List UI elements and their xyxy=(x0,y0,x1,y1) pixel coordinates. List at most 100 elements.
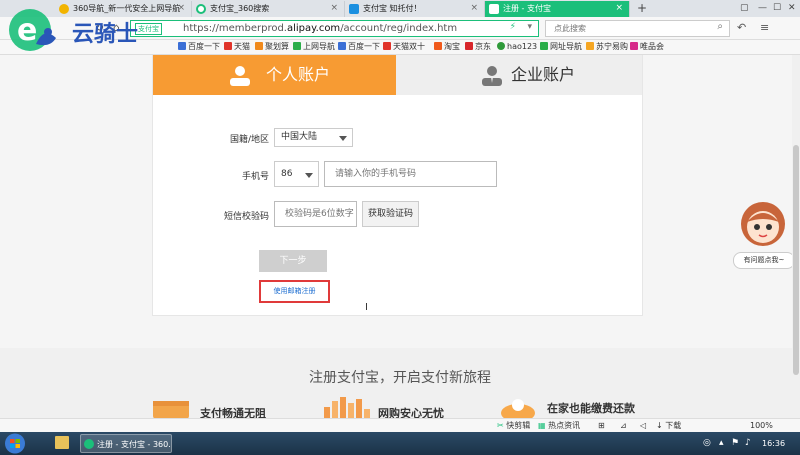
address-bar[interactable]: 支付宝 https://memberprod.alipay.com/accoun… xyxy=(130,20,539,37)
bookmark-item[interactable]: 苏宁易购 xyxy=(586,40,628,54)
help-label: 有问题点我~ xyxy=(733,252,795,269)
phone-input[interactable] xyxy=(324,161,497,187)
status-item[interactable]: ⊞ xyxy=(598,419,605,433)
undo-icon[interactable]: ↶ xyxy=(737,20,746,35)
country-label: 国籍/地区 xyxy=(229,135,269,145)
bookmark-label: 百度一下 xyxy=(188,42,220,51)
browser-tab-register[interactable]: 注册 - 支付宝 × xyxy=(485,1,630,17)
maximize-icon[interactable]: ☐ xyxy=(773,0,781,16)
page-scrollbar[interactable] xyxy=(792,55,800,418)
speed-mode-icon[interactable]: ⚡ xyxy=(510,22,516,32)
email-register-link[interactable]: 使用邮箱注册 xyxy=(259,280,330,303)
bookmark-item[interactable]: 唯品会 xyxy=(630,40,664,54)
feature-label: 在家也能缴费还款 xyxy=(547,402,635,415)
bookmark-label: hao123 xyxy=(507,42,538,51)
browser-tab-search[interactable]: 支付宝_360搜索 × xyxy=(192,1,345,17)
close-icon[interactable]: × xyxy=(615,1,623,16)
url-text[interactable]: https://memberprod.alipay.com/account/re… xyxy=(183,21,457,36)
help-assistant[interactable]: 有问题点我~ xyxy=(733,200,795,275)
register-card: 个人账户 企业账户 国籍/地区 中国大陆 手机号 86 短信校验码 获取验证码 … xyxy=(152,55,643,316)
close-window-icon[interactable]: ✕ xyxy=(788,0,796,16)
new-tab-button[interactable]: + xyxy=(637,0,647,16)
speaker-icon[interactable]: ♪ xyxy=(745,432,751,455)
phone-code-select[interactable]: 86 xyxy=(274,161,319,187)
search-input[interactable] xyxy=(552,21,706,36)
jd-icon xyxy=(465,42,473,50)
close-icon[interactable]: × xyxy=(330,1,338,16)
bookmark-label: 天猫双十 xyxy=(393,42,425,51)
juhuasuan-icon xyxy=(255,42,263,50)
cartoon-girl-icon xyxy=(741,202,785,246)
bookmark-item[interactable]: 聚划算 xyxy=(255,40,289,54)
status-item[interactable]: ◁ xyxy=(640,419,646,433)
country-select[interactable]: 中国大陆 xyxy=(274,128,353,147)
menu-icon[interactable]: ≡ xyxy=(760,20,769,35)
bookmark-item[interactable]: 百度一下 xyxy=(178,40,220,54)
next-step-button[interactable]: 下一步 xyxy=(259,250,327,272)
scrollbar-thumb[interactable] xyxy=(793,145,799,375)
city-icon xyxy=(324,397,370,418)
network-icon[interactable]: ◎ xyxy=(703,432,711,455)
hao123-icon xyxy=(497,42,505,50)
bookmark-label: 聚划算 xyxy=(265,42,289,51)
bookmark-item[interactable]: 网址导航 xyxy=(540,40,582,54)
baidu-icon xyxy=(178,42,186,50)
taskbar-browser-item[interactable]: 注册 - 支付宝 - 360... xyxy=(80,434,172,453)
bookmark-item[interactable]: 天猫 xyxy=(224,40,250,54)
windows-start-icon[interactable] xyxy=(3,433,27,454)
business-person-icon xyxy=(482,66,502,86)
tab-personal-account[interactable]: 个人账户 xyxy=(153,55,396,95)
dropdown-icon[interactable]: ▾ xyxy=(527,22,532,32)
navigation-icon xyxy=(540,42,548,50)
tmall-icon xyxy=(224,42,232,50)
taskbar-item-label: 注册 - 支付宝 - 360... xyxy=(97,440,172,449)
status-item[interactable]: ▦ 热点资讯 xyxy=(538,419,580,433)
account-type-tabs: 个人账户 企业账户 xyxy=(153,55,642,95)
svg-text:e: e xyxy=(17,13,37,48)
volume-icon: ◁ xyxy=(640,421,647,430)
browser-icon xyxy=(84,439,94,449)
search-icon[interactable]: ⌕ xyxy=(717,21,723,32)
tmall-icon xyxy=(383,42,391,50)
browser-status-bar: ✂ 快剪辑 ▦ 热点资讯 ⊞ ⊿ ◁ ↓ 下载 100% xyxy=(0,418,800,433)
tab-label: 企业账户 xyxy=(511,65,576,84)
pin-icon: ⊿ xyxy=(620,421,627,430)
alipay-icon xyxy=(349,4,359,14)
tab-business-account[interactable]: 企业账户 xyxy=(396,55,642,95)
close-icon[interactable]: × xyxy=(177,1,185,16)
status-item[interactable]: ✂ 快剪辑 xyxy=(497,419,530,433)
status-label: 下载 xyxy=(665,421,682,430)
status-item[interactable]: ↓ 下载 xyxy=(656,419,681,433)
browser-tab-label: 支付宝 知托付！ xyxy=(363,4,422,13)
url-domain: alipay.com xyxy=(286,23,341,34)
bookmark-item[interactable]: 百度一下 xyxy=(338,40,380,54)
tray-arrow-icon[interactable]: ▴ xyxy=(719,432,724,455)
sms-code-input[interactable] xyxy=(274,201,357,227)
minimize-icon[interactable]: — xyxy=(758,0,767,16)
browser-tab-alipay-home[interactable]: 支付宝 知托付！ × xyxy=(345,1,485,17)
search-box[interactable]: ⌕ xyxy=(545,20,730,37)
taobao-icon xyxy=(434,42,442,50)
windows-taskbar: 注册 - 支付宝 - 360... ◎ ▴ ⚑ ♪ 16:36 xyxy=(0,432,800,455)
news-icon: ▦ xyxy=(538,421,549,430)
baidu-icon xyxy=(338,42,346,50)
bookmark-item[interactable]: hao123 xyxy=(497,40,537,54)
get-code-button[interactable]: 获取验证码 xyxy=(362,201,419,227)
flag-icon[interactable]: ⚑ xyxy=(731,432,739,455)
bookmark-item[interactable]: 淘宝 xyxy=(434,40,460,54)
zoom-level[interactable]: 100% xyxy=(750,419,773,433)
taskbar-clock[interactable]: 16:36 xyxy=(762,432,785,455)
search-engine-icon xyxy=(196,4,206,14)
browser-tab-label: 注册 - 支付宝 xyxy=(503,4,551,13)
bookmark-item[interactable]: 京东 xyxy=(465,40,491,54)
watermark-logo: e 云骑士 xyxy=(6,2,156,58)
folder-icon[interactable] xyxy=(55,436,69,449)
page-content: 个人账户 企业账户 国籍/地区 中国大陆 手机号 86 短信校验码 获取验证码 … xyxy=(0,55,800,418)
tab-label: 个人账户 xyxy=(266,65,331,84)
bookmark-item[interactable]: 天猫双十 xyxy=(383,40,425,54)
close-icon[interactable]: × xyxy=(470,1,478,16)
status-item[interactable]: ⊿ xyxy=(620,419,627,433)
home-bill-icon xyxy=(501,399,535,418)
bookmark-item[interactable]: 上网导航 xyxy=(293,40,335,54)
skin-icon[interactable]: ▢ xyxy=(740,0,749,16)
